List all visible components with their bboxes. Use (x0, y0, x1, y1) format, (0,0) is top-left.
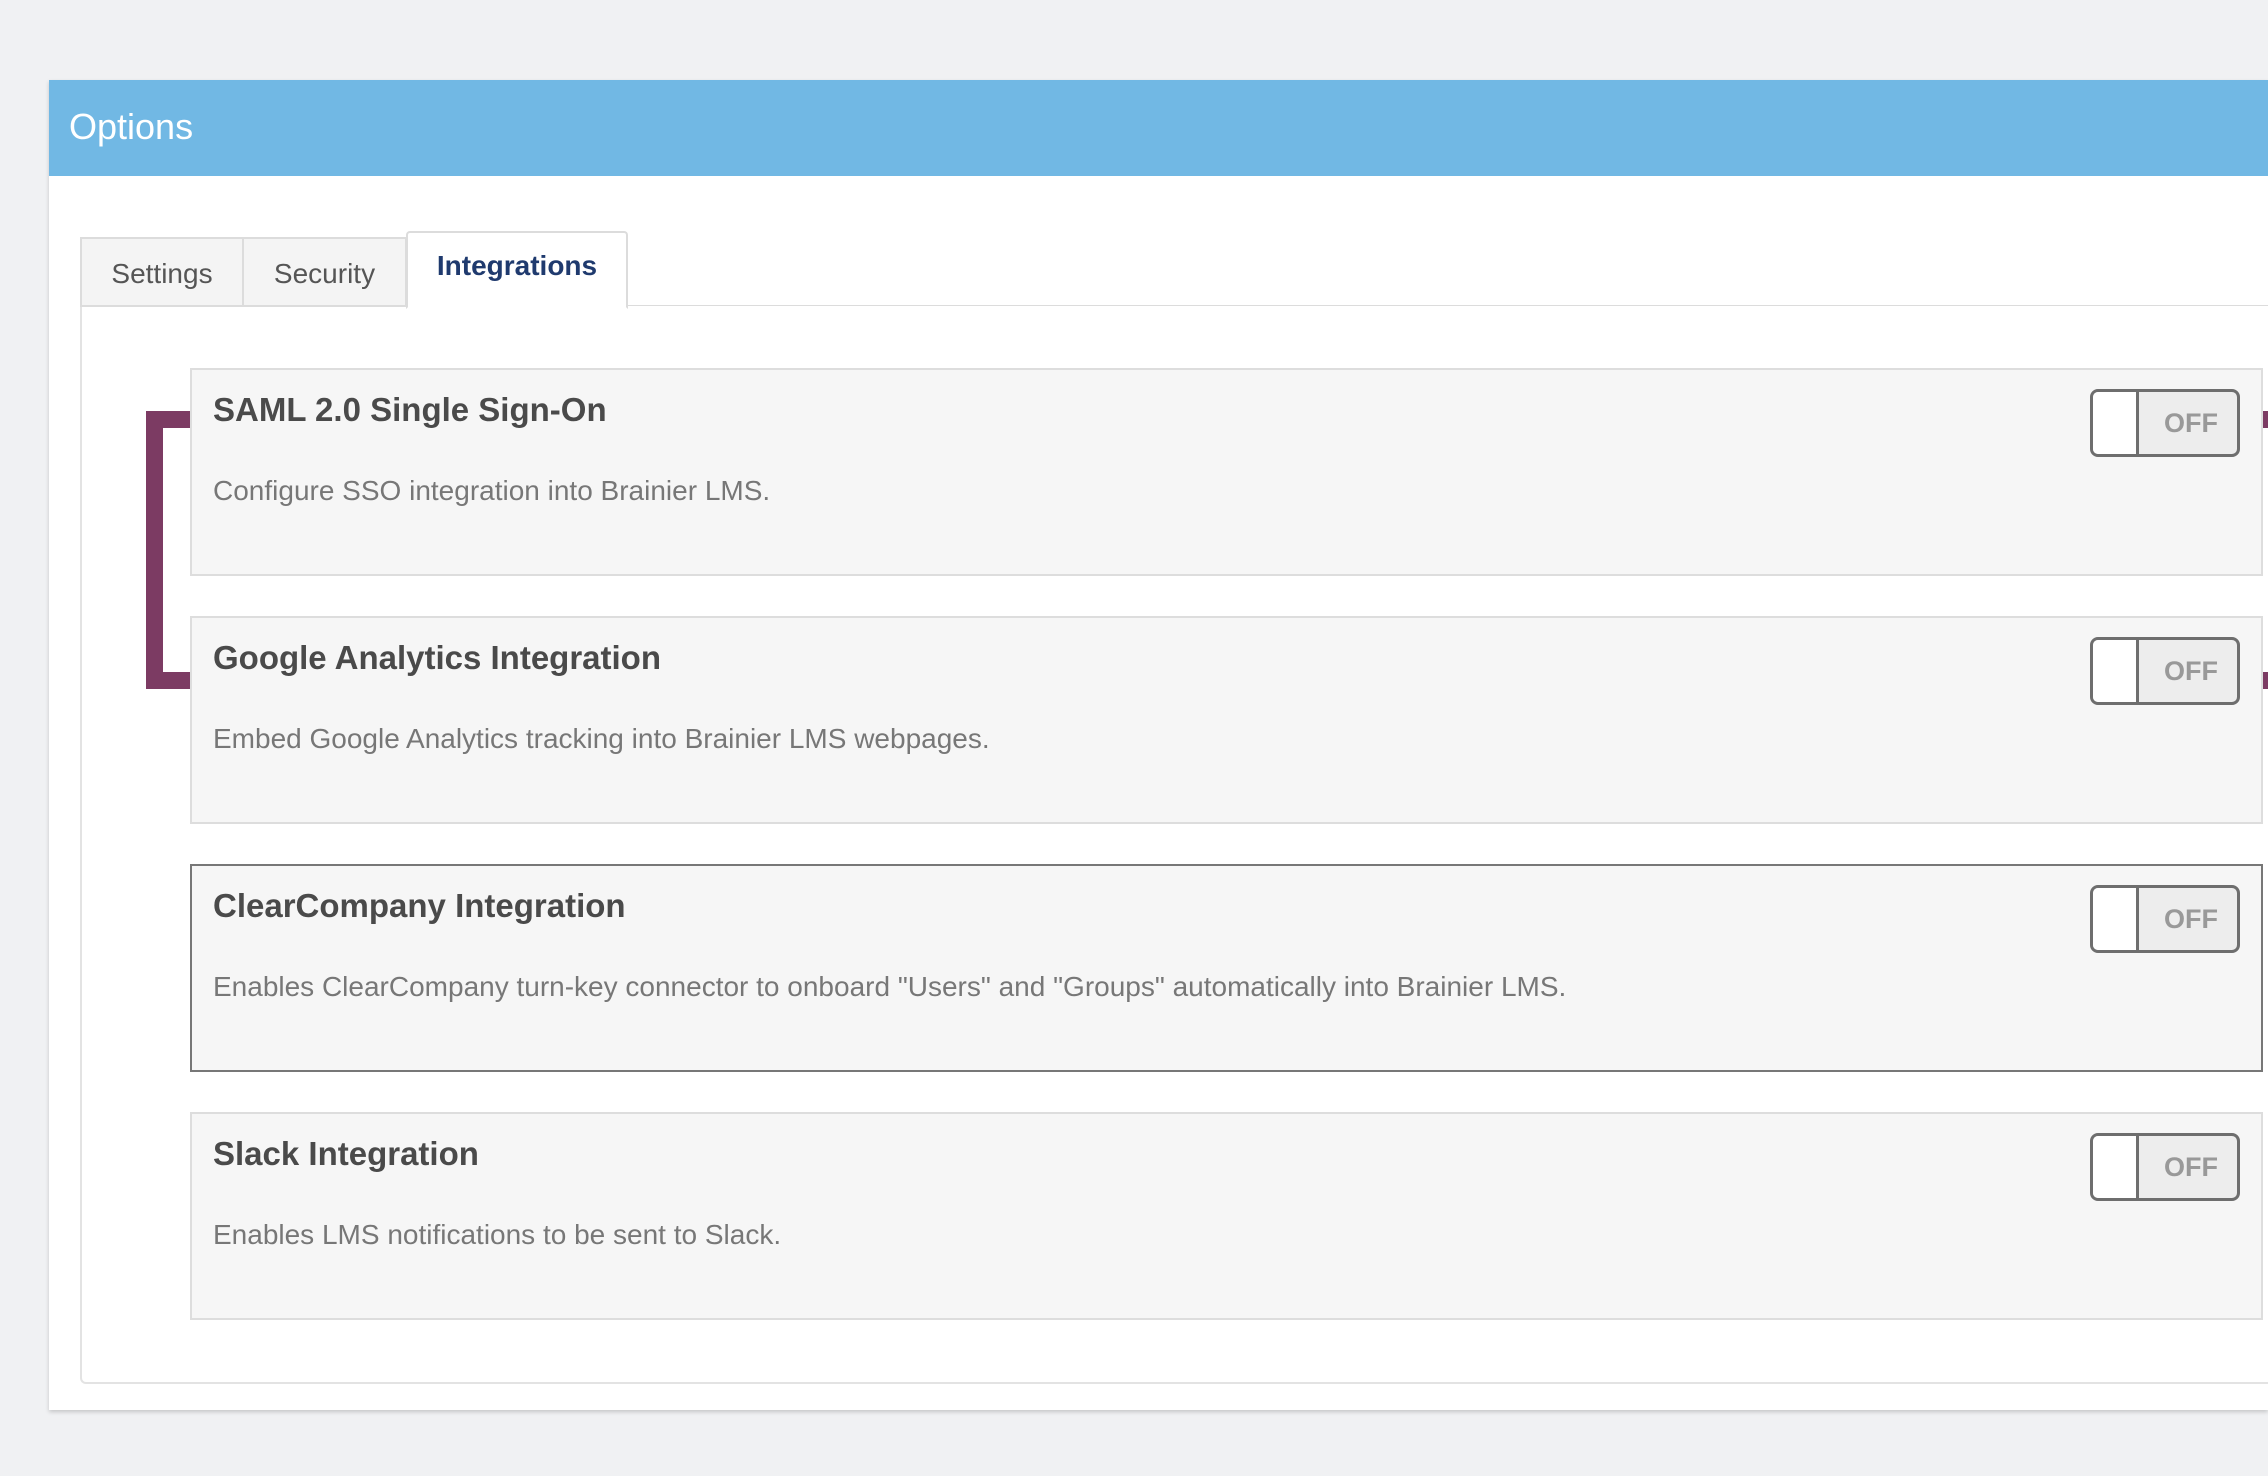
integration-title: SAML 2.0 Single Sign-On (213, 391, 607, 428)
slack-toggle[interactable]: OFF (2090, 1133, 2240, 1201)
tab-settings[interactable]: Settings (80, 237, 244, 307)
integration-card-slack: Slack Integration Enables LMS notificati… (190, 1112, 2263, 1320)
toggle-label: OFF (2164, 1152, 2218, 1182)
saml-toggle[interactable]: OFF (2090, 389, 2240, 457)
toggle-label: OFF (2164, 408, 2218, 438)
panel-header: Options (49, 80, 2268, 176)
tab-integrations[interactable]: Integrations (406, 231, 628, 309)
clearcompany-toggle[interactable]: OFF (2090, 885, 2240, 953)
toggle-knob (2093, 888, 2139, 950)
integration-description: Enables LMS notifications to be sent to … (213, 1219, 782, 1250)
toggle-label: OFF (2164, 904, 2218, 934)
integration-card-clearcompany: ClearCompany Integration Enables ClearCo… (190, 864, 2263, 1072)
integration-card-saml: SAML 2.0 Single Sign-On Configure SSO in… (190, 368, 2263, 576)
integration-description: Embed Google Analytics tracking into Bra… (213, 723, 990, 754)
integration-title: ClearCompany Integration (213, 887, 626, 924)
integration-description: Enables ClearCompany turn-key connector … (213, 971, 1567, 1002)
toggle-knob (2093, 1136, 2139, 1198)
integration-card-google-analytics: Google Analytics Integration Embed Googl… (190, 616, 2263, 824)
toggle-knob (2093, 640, 2139, 702)
google-analytics-toggle[interactable]: OFF (2090, 637, 2240, 705)
integration-description: Configure SSO integration into Brainier … (213, 475, 771, 506)
integration-title: Slack Integration (213, 1135, 479, 1172)
toggle-label: OFF (2164, 656, 2218, 686)
options-panel: Options Settings Security Integrations S… (49, 80, 2268, 1410)
tab-security[interactable]: Security (242, 237, 407, 307)
panel-title: Options (69, 106, 194, 147)
integration-title: Google Analytics Integration (213, 639, 661, 676)
toggle-knob (2093, 392, 2139, 454)
